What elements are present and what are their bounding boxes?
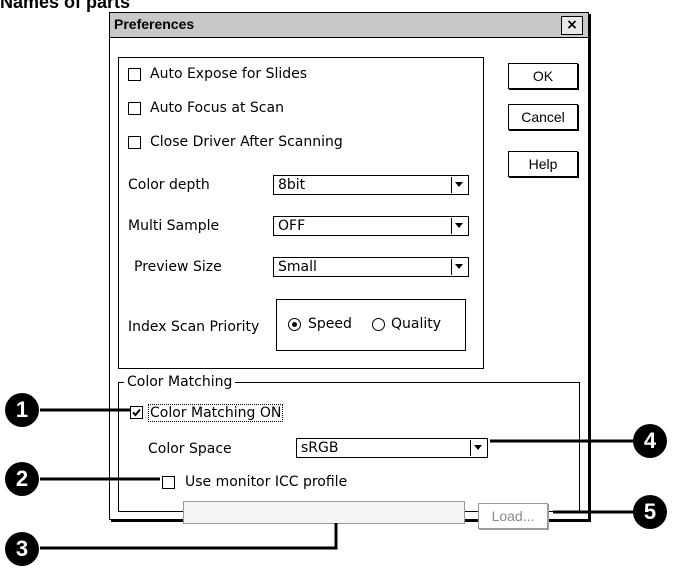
callout-badge-4: 4 xyxy=(633,424,667,458)
callout-badge-1: 1 xyxy=(5,393,39,427)
callout-badge-3: 3 xyxy=(5,532,39,566)
callout-badge-5: 5 xyxy=(633,495,667,529)
callout-line-3 xyxy=(40,523,338,550)
callout-lines xyxy=(40,408,635,550)
callout-badge-2: 2 xyxy=(5,462,39,496)
